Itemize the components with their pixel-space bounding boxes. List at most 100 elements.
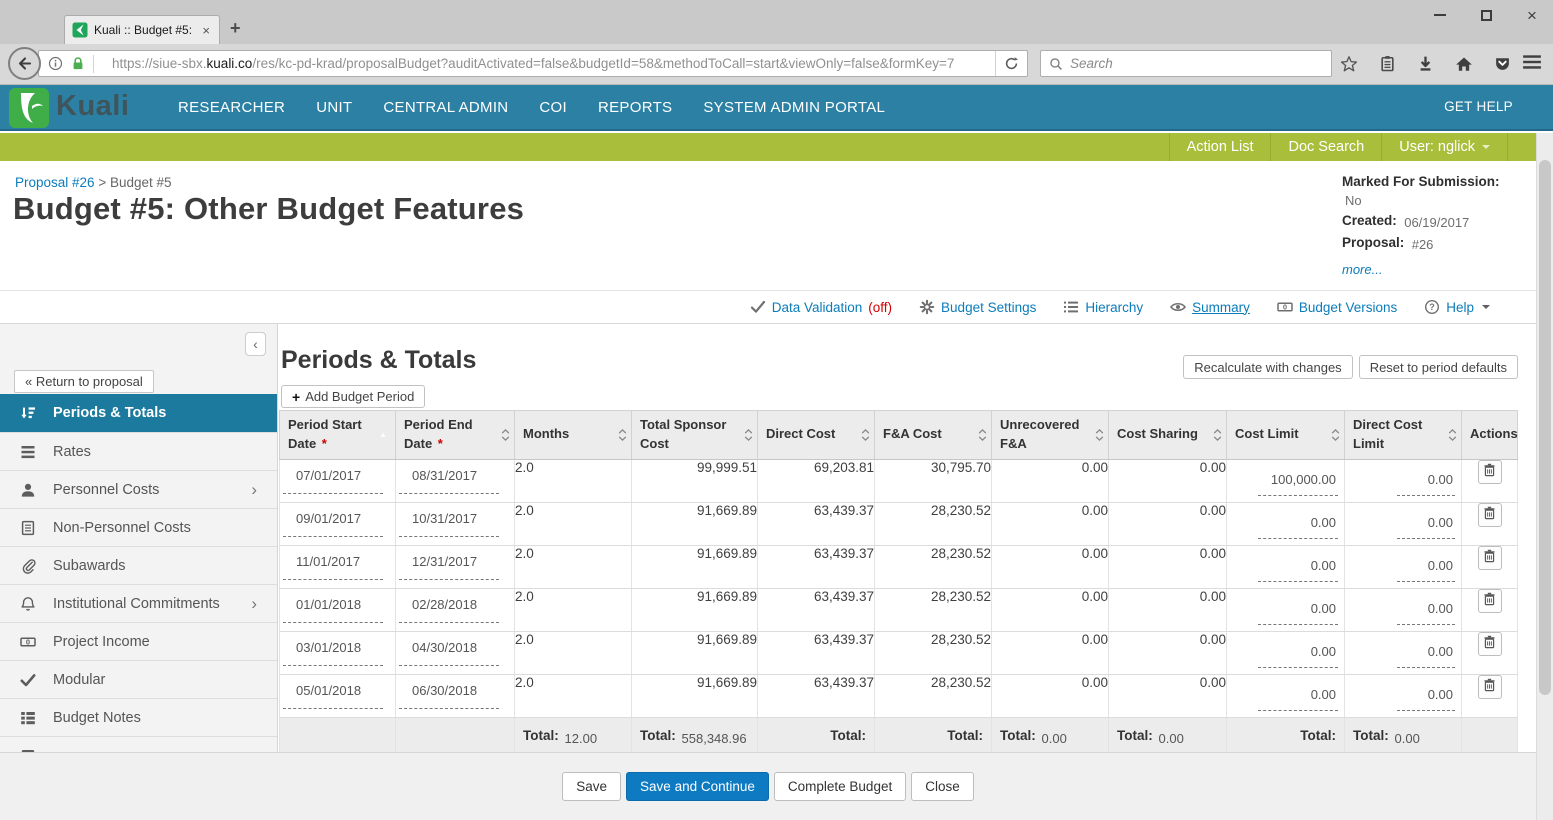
return-to-proposal-button[interactable]: « Return to proposal bbox=[14, 370, 154, 393]
col-direct-cost-limit[interactable]: Direct Cost Limit bbox=[1345, 411, 1462, 460]
window-maximize-button[interactable] bbox=[1477, 6, 1495, 24]
col-f-a-cost[interactable]: F&A Cost bbox=[875, 411, 992, 460]
close-button[interactable]: Close bbox=[911, 772, 974, 801]
col-cost-limit[interactable]: Cost Limit bbox=[1227, 411, 1345, 460]
cost-limit-field[interactable]: 100,000.00 bbox=[1258, 472, 1338, 496]
start-date-field[interactable]: 11/01/2017 bbox=[283, 554, 383, 580]
library-icon[interactable] bbox=[1379, 55, 1396, 72]
col-unrecovered-f-a[interactable]: Unrecovered F&A bbox=[992, 411, 1109, 460]
cost-limit-field[interactable]: 0.00 bbox=[1258, 644, 1338, 668]
direct-cost-limit-field[interactable]: 0.00 bbox=[1397, 644, 1455, 668]
add-budget-period-button[interactable]: + Add Budget Period bbox=[281, 385, 425, 408]
end-date-field[interactable]: 08/31/2017 bbox=[399, 468, 499, 494]
save-button[interactable]: Save bbox=[562, 772, 621, 801]
sidebar-item-rates[interactable]: Rates bbox=[0, 432, 277, 470]
toolbar-hierarchy[interactable]: Hierarchy bbox=[1063, 299, 1143, 315]
end-date-field[interactable]: 10/31/2017 bbox=[399, 511, 499, 537]
col-direct-cost[interactable]: Direct Cost bbox=[758, 411, 875, 460]
required-asterisk: * bbox=[318, 436, 327, 451]
doc-search-link[interactable]: Doc Search bbox=[1270, 133, 1381, 161]
reset-defaults-button[interactable]: Reset to period defaults bbox=[1359, 355, 1518, 379]
back-button[interactable] bbox=[8, 47, 41, 80]
start-date-field[interactable]: 05/01/2018 bbox=[283, 683, 383, 709]
window-close-button[interactable]: × bbox=[1523, 6, 1541, 24]
sidebar-item-modular[interactable]: Modular bbox=[0, 660, 277, 698]
page-info-icon[interactable] bbox=[48, 56, 63, 71]
cost-limit-field[interactable]: 0.00 bbox=[1258, 601, 1338, 625]
sidebar-item-subawards[interactable]: Subawards bbox=[0, 546, 277, 584]
home-icon[interactable] bbox=[1455, 55, 1473, 73]
search-bar[interactable] bbox=[1040, 50, 1332, 77]
nav-item-system-admin-portal[interactable]: SYSTEM ADMIN PORTAL bbox=[703, 99, 885, 116]
cost-limit-field[interactable]: 0.00 bbox=[1258, 515, 1338, 539]
action-list-link[interactable]: Action List bbox=[1169, 133, 1271, 161]
breadcrumb-proposal-link[interactable]: Proposal #26 bbox=[15, 175, 95, 190]
window-minimize-button[interactable] bbox=[1431, 6, 1449, 24]
col-months[interactable]: Months bbox=[515, 411, 632, 460]
end-date-field[interactable]: 04/30/2018 bbox=[399, 640, 499, 666]
toolbar-summary[interactable]: Summary bbox=[1170, 299, 1250, 315]
col-total-sponsor-cost[interactable]: Total Sponsor Cost bbox=[632, 411, 758, 460]
nav-item-researcher[interactable]: RESEARCHER bbox=[178, 99, 285, 116]
sidebar-item-budget-notes[interactable]: Budget Notes bbox=[0, 698, 277, 736]
https-lock-icon[interactable] bbox=[71, 56, 85, 71]
sidebar-item-institutional-commitments[interactable]: Institutional Commitments› bbox=[0, 584, 277, 622]
search-input[interactable] bbox=[1070, 56, 1323, 71]
delete-period-button[interactable] bbox=[1478, 503, 1502, 527]
direct-cost-limit-field[interactable]: 0.00 bbox=[1397, 515, 1455, 539]
delete-period-button[interactable] bbox=[1478, 546, 1502, 570]
toolbar-budget-settings[interactable]: Budget Settings bbox=[919, 299, 1036, 315]
end-date-field[interactable]: 06/30/2018 bbox=[399, 683, 499, 709]
start-date-field[interactable]: 03/01/2018 bbox=[283, 640, 383, 666]
direct-cost-limit-field[interactable]: 0.00 bbox=[1397, 687, 1455, 711]
direct-cost-limit-field[interactable]: 0.00 bbox=[1397, 601, 1455, 625]
sidebar-item-partial[interactable] bbox=[0, 736, 277, 752]
direct-cost-limit-field[interactable]: 0.00 bbox=[1397, 558, 1455, 582]
cell-direct_limit: 0.00 bbox=[1345, 502, 1462, 545]
toolbar-help[interactable]: ?Help bbox=[1424, 299, 1490, 315]
scrollbar-thumb[interactable] bbox=[1539, 160, 1551, 695]
cost-limit-field[interactable]: 0.00 bbox=[1258, 558, 1338, 582]
nav-item-central-admin[interactable]: CENTRAL ADMIN bbox=[383, 99, 508, 116]
col-period-end-date[interactable]: Period End Date * bbox=[396, 411, 515, 460]
downloads-icon[interactable] bbox=[1417, 55, 1434, 72]
start-date-field[interactable]: 01/01/2018 bbox=[283, 597, 383, 623]
browser-tab[interactable]: Kuali :: Budget #5: Other Bud × bbox=[64, 15, 220, 44]
start-date-field[interactable]: 09/01/2017 bbox=[283, 511, 383, 537]
nav-item-unit[interactable]: UNIT bbox=[316, 99, 352, 116]
url-input[interactable]: https://siue-sbx.kuali.co/res/kc-pd-krad… bbox=[103, 56, 995, 71]
reload-button[interactable] bbox=[995, 51, 1027, 76]
toolbar-budget-versions[interactable]: 0Budget Versions bbox=[1277, 299, 1397, 315]
sidebar-item-project-income[interactable]: 0Project Income bbox=[0, 622, 277, 660]
pocket-icon[interactable] bbox=[1494, 55, 1511, 72]
nav-item-reports[interactable]: REPORTS bbox=[598, 99, 672, 116]
sidebar-collapse-button[interactable]: ‹ bbox=[245, 332, 266, 356]
get-help-link[interactable]: GET HELP bbox=[1444, 99, 1513, 114]
end-date-field[interactable]: 12/31/2017 bbox=[399, 554, 499, 580]
new-tab-button[interactable]: + bbox=[230, 18, 241, 39]
end-date-field[interactable]: 02/28/2018 bbox=[399, 597, 499, 623]
bookmark-star-icon[interactable] bbox=[1340, 55, 1358, 73]
direct-cost-limit-field[interactable]: 0.00 bbox=[1397, 472, 1455, 496]
complete-budget-button[interactable]: Complete Budget bbox=[774, 772, 906, 801]
menu-button[interactable] bbox=[1522, 54, 1542, 75]
sidebar-item-non-personnel-costs[interactable]: Non-Personnel Costs bbox=[0, 508, 277, 546]
user-menu[interactable]: User: nglick bbox=[1381, 133, 1508, 161]
more-link[interactable]: more... bbox=[1342, 262, 1382, 277]
sidebar-item-periods-totals[interactable]: Periods & Totals bbox=[0, 394, 277, 432]
cost-limit-field[interactable]: 0.00 bbox=[1258, 687, 1338, 711]
toolbar-data-validation[interactable]: Data Validation(off) bbox=[750, 299, 892, 315]
recalculate-button[interactable]: Recalculate with changes bbox=[1183, 355, 1352, 379]
col-cost-sharing[interactable]: Cost Sharing bbox=[1109, 411, 1227, 460]
url-bar[interactable]: https://siue-sbx.kuali.co/res/kc-pd-krad… bbox=[38, 50, 1028, 77]
delete-period-button[interactable] bbox=[1478, 460, 1502, 484]
delete-period-button[interactable] bbox=[1478, 675, 1502, 699]
delete-period-button[interactable] bbox=[1478, 632, 1502, 656]
sidebar-item-personnel-costs[interactable]: Personnel Costs› bbox=[0, 470, 277, 508]
delete-period-button[interactable] bbox=[1478, 589, 1502, 613]
tab-close-icon[interactable]: × bbox=[200, 23, 212, 38]
start-date-field[interactable]: 07/01/2017 bbox=[283, 468, 383, 494]
col-period-start-date[interactable]: Period Start Date *▲ bbox=[280, 411, 396, 460]
save-and-continue-button[interactable]: Save and Continue bbox=[626, 772, 769, 801]
nav-item-coi[interactable]: COI bbox=[539, 99, 567, 116]
